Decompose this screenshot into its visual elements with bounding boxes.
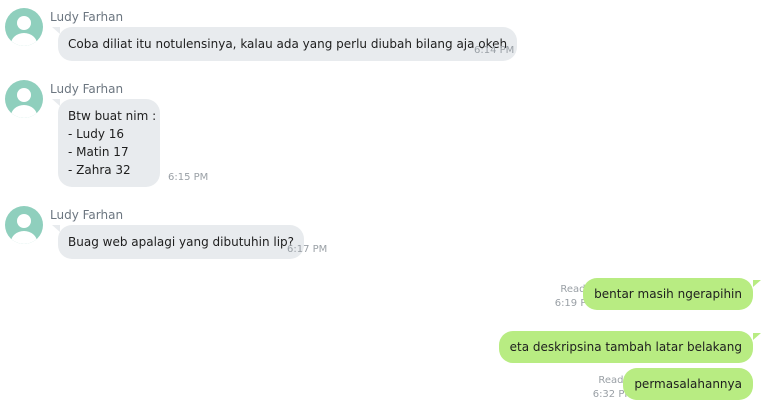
message-bubble-incoming[interactable]: Coba diliat itu notulensinya, kalau ada …	[58, 27, 518, 61]
bubble-tail	[52, 27, 60, 34]
avatar[interactable]	[5, 8, 43, 46]
sender-name: Ludy Farhan	[50, 10, 124, 24]
message-bubble-outgoing[interactable]: bentar masih ngerapihin	[583, 278, 753, 310]
message-timestamp: 6:15 PM	[168, 172, 209, 183]
bubble-tail	[753, 280, 761, 287]
message-text: Coba diliat itu notulensinya, kalau ada …	[68, 37, 508, 51]
message-text: permasalahannya	[634, 377, 742, 391]
sender-name: Ludy Farhan	[50, 82, 124, 96]
message-bubble-outgoing[interactable]: permasalahannya	[623, 368, 753, 400]
default-user-icon	[11, 88, 37, 118]
default-user-icon	[11, 214, 37, 244]
bubble-tail	[52, 225, 60, 232]
bubble-tail	[753, 333, 761, 340]
sender-name: Ludy Farhan	[50, 208, 124, 222]
bubble-tail	[52, 99, 60, 106]
message-timestamp: 6:14 PM	[474, 45, 515, 56]
message-text: - Zahra 32	[68, 163, 131, 177]
message-text: bentar masih ngerapihin	[594, 287, 742, 301]
avatar[interactable]	[5, 80, 43, 118]
message-timestamp: 6:17 PM	[287, 244, 328, 255]
message-text: Btw buat nim :	[68, 109, 157, 123]
avatar[interactable]	[5, 206, 43, 244]
message-text: - Matin 17	[68, 145, 129, 159]
message-bubble-incoming[interactable]: Buag web apalagi yang dibutuhin lip?	[58, 225, 305, 259]
message-text: Buag web apalagi yang dibutuhin lip?	[68, 235, 295, 249]
message-bubble-outgoing[interactable]: eta deskripsina tambah latar belakang	[498, 331, 753, 363]
message-bubble-incoming[interactable]: Btw buat nim : - Ludy 16 - Matin 17 - Za…	[58, 99, 160, 187]
message-text: eta deskripsina tambah latar belakang	[509, 340, 742, 354]
message-text: - Ludy 16	[68, 127, 125, 141]
default-user-icon	[11, 16, 37, 46]
